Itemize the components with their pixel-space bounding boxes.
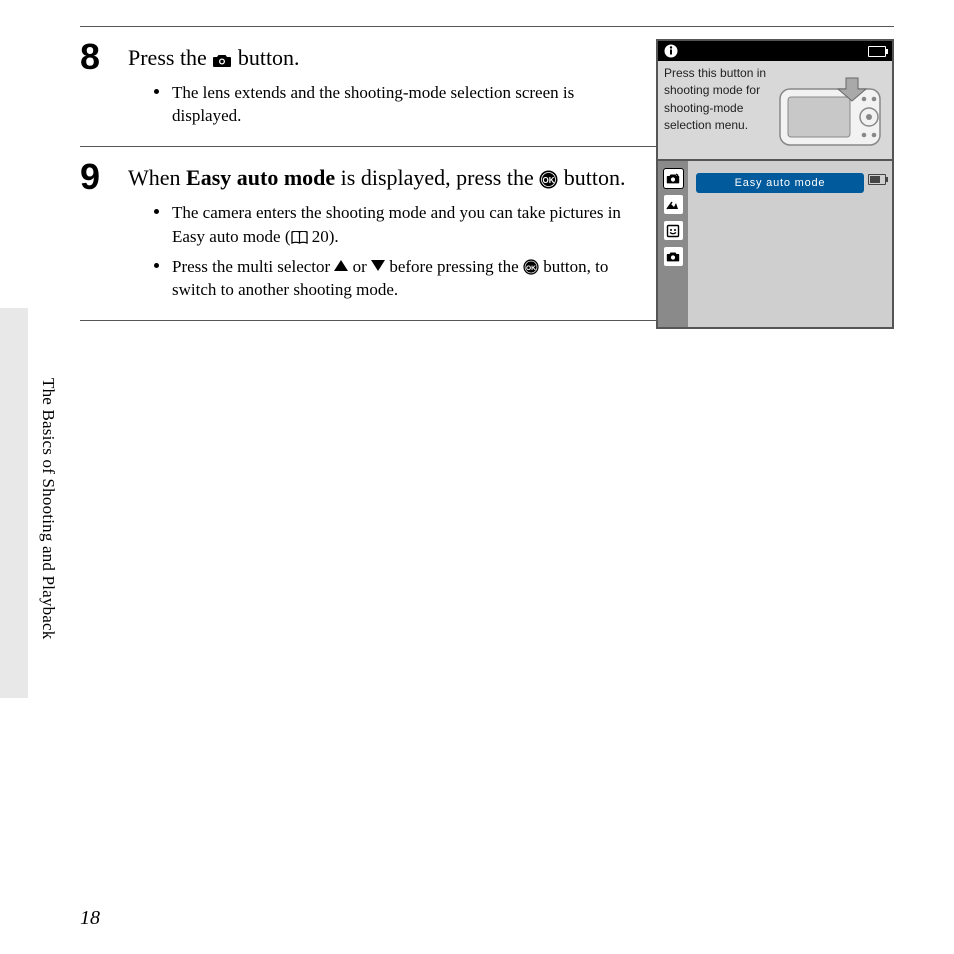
step-title: When Easy auto mode is displayed, press … — [128, 163, 634, 193]
content-area: 8 Press the button. The lens extends and… — [80, 26, 894, 321]
screen-illustration-2: Easy auto mode — [656, 159, 894, 329]
ok-icon: OK — [523, 259, 539, 275]
mode-icon-easy-auto — [664, 169, 683, 188]
text: Press the multi selector — [172, 257, 334, 276]
divider — [80, 26, 894, 27]
lcd-message: Press this button in shooting mode for s… — [664, 65, 784, 135]
side-tab — [0, 308, 28, 698]
text: button. — [558, 165, 625, 190]
battery-icon — [868, 174, 886, 185]
mode-icon-scene — [664, 195, 683, 214]
page-ref-icon — [291, 231, 308, 244]
lcd-header — [658, 41, 892, 61]
up-arrow-icon — [334, 260, 348, 271]
step-number: 8 — [80, 39, 110, 75]
step-title: Press the button. — [128, 43, 634, 73]
text: is displayed, press the — [335, 165, 539, 190]
page-number: 18 — [80, 907, 100, 930]
mode-label-bar: Easy auto mode — [696, 173, 864, 193]
svg-text:OK: OK — [526, 264, 536, 271]
step-8: 8 Press the button. The lens extends and… — [80, 39, 894, 134]
bullets: The camera enters the shooting mode and … — [154, 201, 634, 302]
mode-icon-auto — [664, 247, 683, 266]
step-9: 9 When Easy auto mode is displayed, pres… — [80, 159, 894, 308]
camera-illustration — [776, 75, 886, 149]
text: When — [128, 165, 186, 190]
text: or — [348, 257, 371, 276]
manual-page: The Basics of Shooting and Playback 18 8… — [0, 0, 954, 954]
text: Press the — [128, 45, 212, 70]
bullet: The lens extends and the shooting-mode s… — [154, 81, 634, 129]
camera-icon — [212, 53, 232, 68]
step-number: 9 — [80, 159, 110, 195]
section-title-vertical: The Basics of Shooting and Playback — [38, 378, 58, 698]
info-icon — [664, 44, 678, 58]
down-arrow-icon — [371, 260, 385, 271]
ok-icon: OK — [539, 170, 558, 189]
text: The camera enters the shooting mode and … — [172, 203, 621, 246]
text: 20). — [308, 227, 339, 246]
battery-icon — [868, 46, 886, 57]
mode-icon-smart-portrait — [664, 221, 683, 240]
text: button. — [232, 45, 299, 70]
bullets: The lens extends and the shooting-mode s… — [154, 81, 634, 129]
text: before pressing the — [385, 257, 523, 276]
bullet: The camera enters the shooting mode and … — [154, 201, 634, 249]
bullet: Press the multi selector or before press… — [154, 255, 634, 303]
text-bold: Easy auto mode — [186, 165, 335, 190]
mode-sidebar — [658, 161, 688, 327]
svg-text:OK: OK — [543, 176, 555, 185]
